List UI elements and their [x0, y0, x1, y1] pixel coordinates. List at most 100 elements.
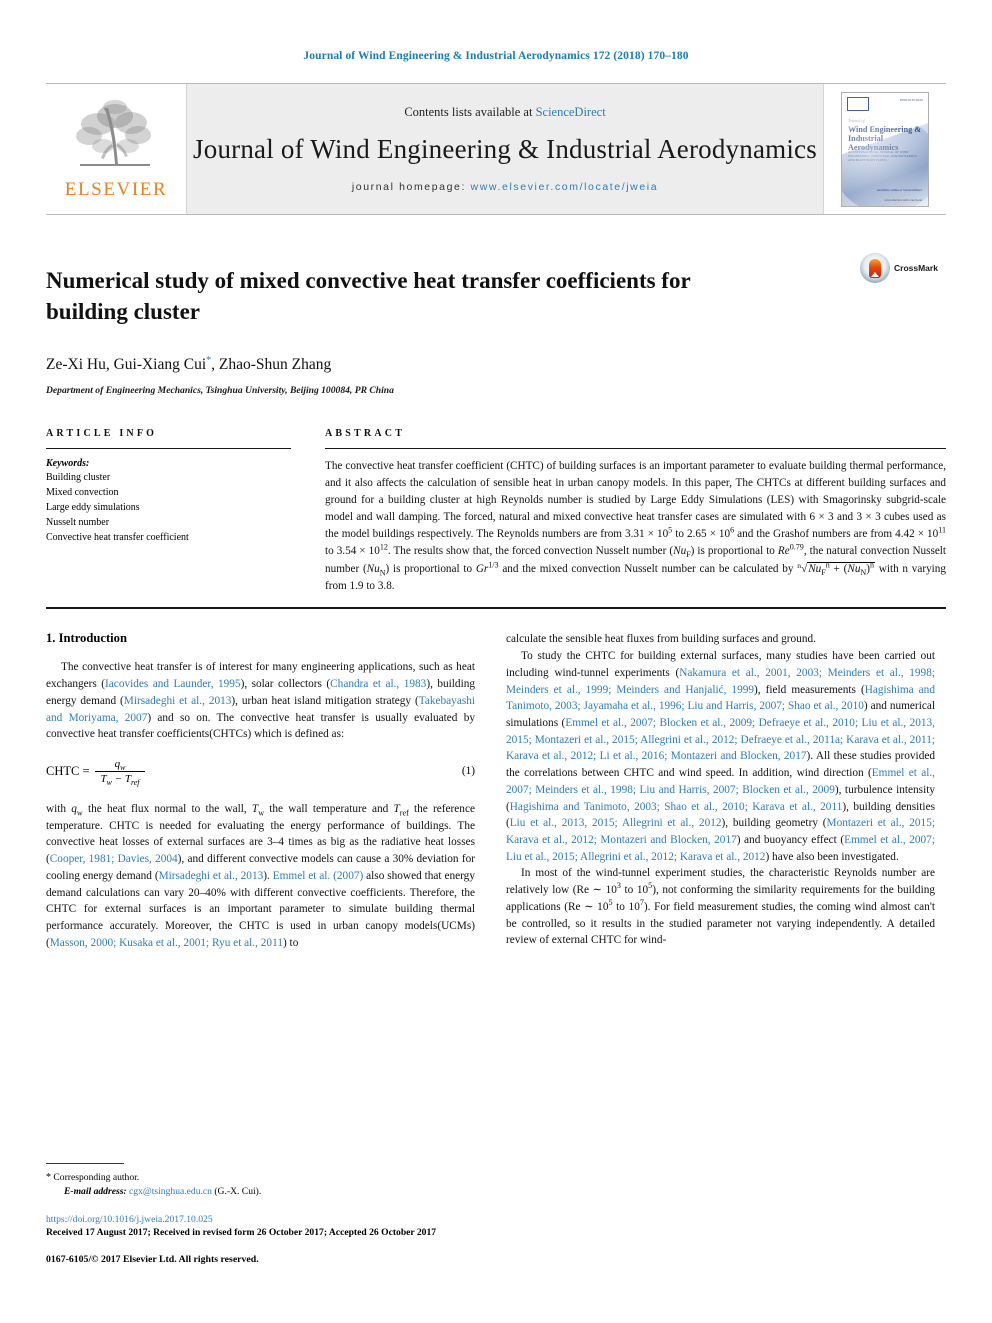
text-frag: ), field measurements (	[754, 683, 865, 696]
abstract-exp: 0.79	[789, 542, 804, 552]
text-frag: ), urban heat island mitigation strategy…	[231, 694, 419, 707]
crossmark-badge-group[interactable]: CrossMark	[860, 253, 946, 283]
crossmark-label: CrossMark	[894, 263, 938, 273]
corresponding-author-text: Corresponding author.	[53, 1171, 140, 1183]
eq-tref-sub: ref	[130, 778, 140, 788]
authors-tail: , Zhao-Shun Zhang	[211, 356, 332, 374]
keyword-item: Convective heat transfer coefficient	[46, 532, 189, 544]
right-paragraph-2: To study the CHTC for building external …	[506, 648, 935, 865]
text-frag: with	[46, 802, 72, 815]
keyword-item: Mixed convection	[46, 487, 119, 499]
text-frag: ), solar collectors (	[240, 678, 331, 691]
page-footer: * Corresponding author. E-mail address: …	[46, 1162, 475, 1265]
title-block: Numerical study of mixed convective heat…	[46, 251, 946, 396]
equation-1-row: CHTC = qw Tw − Tref (1)	[46, 758, 475, 788]
copyright-line: 0167-6105/© 2017 Elsevier Ltd. All right…	[46, 1254, 259, 1265]
cover-swoosh-graphic	[842, 107, 928, 206]
sciencedirect-link[interactable]: ScienceDirect	[536, 105, 606, 119]
right-paragraph-1: calculate the sensible heat fluxes from …	[506, 633, 816, 646]
abstract-frag: ) is proportional to	[385, 563, 476, 576]
right-column: calculate the sensible heat fluxes from …	[506, 631, 935, 951]
equation-1: CHTC = qw Tw − Tref	[46, 758, 146, 788]
text-frag: ).	[263, 869, 273, 882]
abstract-frag: . The results show that, the forced conv…	[387, 545, 674, 558]
abstract-frag: ) is proportional to	[690, 545, 778, 558]
keyword-item: Building cluster	[46, 472, 111, 484]
citation-link[interactable]: Cooper, 1981; Davies, 2004	[50, 853, 178, 865]
article-info-heading: ARTICLE INFO	[46, 428, 291, 450]
equation-numerator: qw	[109, 758, 132, 772]
article-info-column: ARTICLE INFO Keywords: Building cluster …	[46, 428, 291, 595]
text-frag: the wall temperature and	[264, 802, 394, 815]
abstract-symbol: Re	[777, 545, 790, 558]
citation-link[interactable]: Chandra et al., 1983	[330, 678, 426, 690]
affiliation: Department of Engineering Mechanics, Tsi…	[46, 385, 394, 397]
cover-publisher-mark	[847, 96, 869, 111]
formula-nu-n-sub: N	[860, 568, 867, 578]
footnote-rule	[46, 1162, 124, 1164]
corresponding-author-note: * Corresponding author.	[46, 1171, 475, 1186]
publisher-logo-area: ELSEVIER	[46, 84, 187, 214]
abstract-exp: 11	[938, 525, 946, 535]
article-history: Received 17 August 2017; Received in rev…	[46, 1227, 437, 1238]
citation-link[interactable]: Emmel et al. (2007)	[273, 870, 364, 882]
symbol-tref-sub: ref	[399, 808, 409, 818]
text-frag: ) to	[282, 936, 299, 949]
citation-link[interactable]: Hagishima and Tanimoto, 2003; Shao et al…	[510, 801, 843, 813]
eq-minus: −	[111, 772, 125, 785]
crossmark-icon	[860, 253, 890, 283]
doi-link[interactable]: https://doi.org/10.1016/j.jweia.2017.10.…	[46, 1214, 475, 1225]
abstract-exp: 12	[379, 542, 388, 552]
contents-prefix: Contents lists available at	[404, 105, 536, 119]
cover-issn: ISSN 0167-6105	[900, 97, 923, 102]
body-columns: 1. Introduction The convective heat tran…	[46, 631, 946, 951]
email-label: E-mail address:	[64, 1186, 127, 1198]
elsevier-wordmark: ELSEVIER	[64, 178, 168, 200]
intro-paragraph-2: with qw the heat flux normal to the wall…	[46, 801, 475, 951]
journal-cover-thumbnail: ISSN 0167-6105 Journal of Wind Engineeri…	[841, 91, 929, 207]
equation-lhs: CHTC =	[46, 763, 90, 778]
abstract-exp: 1/3	[488, 560, 499, 570]
citation-link[interactable]: Liu et al., 2013, 2015; Allegrini et al.…	[510, 817, 722, 829]
authors-head: Ze-Xi Hu, Gui-Xiang Cui	[46, 356, 207, 374]
keywords-label: Keywords:	[46, 458, 90, 470]
text-frag: to 10	[612, 900, 640, 913]
footnote-star: *	[46, 1171, 51, 1183]
elsevier-tree-icon	[76, 99, 151, 166]
left-column: 1. Introduction The convective heat tran…	[46, 631, 475, 951]
section-title-introduction: 1. Introduction	[46, 631, 127, 646]
page-title: Numerical study of mixed convective heat…	[46, 268, 691, 325]
abstract-heading: ABSTRACT	[325, 428, 946, 450]
citation-link[interactable]: Iacovides and Launder, 1995	[105, 678, 241, 690]
citation-link[interactable]: Mirsadeghi et al., 2013	[159, 870, 264, 882]
email-link[interactable]: cgx@tsinghua.edu.cn	[129, 1186, 212, 1197]
equation-denominator: Tw − Tref	[94, 770, 146, 788]
journal-cover-area: ISSN 0167-6105 Journal of Wind Engineeri…	[823, 84, 946, 214]
keyword-item: Nusselt number	[46, 517, 110, 529]
running-head: Journal of Wind Engineering & Industrial…	[303, 50, 689, 62]
abstract-symbol: Nu	[673, 545, 687, 558]
equation-fraction: qw Tw − Tref	[94, 758, 146, 788]
paper-page: Journal of Wind Engineering & Industrial…	[0, 0, 992, 1323]
cover-foot-url: www.elsevier.com/locate/jweia	[884, 197, 922, 202]
abstract-frag: and the mixed convection Nusselt number …	[498, 563, 798, 576]
email-note: E-mail address: cgx@tsinghua.edu.cn (G.-…	[46, 1185, 475, 1199]
info-abstract-section: ARTICLE INFO Keywords: Building cluster …	[46, 428, 946, 610]
abstract-frag: to 2.65 × 10	[672, 528, 731, 541]
journal-masthead: ELSEVIER Contents lists available at Sci…	[46, 83, 946, 215]
journal-homepage-line: journal homepage: www.elsevier.com/locat…	[352, 181, 658, 193]
homepage-url-link[interactable]: www.elsevier.com/locate/jweia	[471, 181, 659, 193]
formula-nu-f: Nu	[808, 563, 822, 576]
crossmark-inner-shape	[869, 258, 881, 278]
elsevier-logo: ELSEVIER	[57, 98, 175, 201]
right-paragraph-3: In most of the wind-tunnel experiment st…	[506, 865, 935, 949]
formula-exp-n2: n	[869, 560, 874, 570]
homepage-label: journal homepage:	[351, 181, 467, 193]
abstract-formula: n√NuFn + (NuN)n	[797, 560, 875, 578]
citation-link[interactable]: Masson, 2000; Kusaka et al., 2001; Ryu e…	[50, 937, 283, 949]
citation-link[interactable]: Mirsadeghi et al., 2013	[124, 695, 232, 707]
text-frag: ), building geometry (	[721, 817, 827, 830]
journal-title: Journal of Wind Engineering & Industrial…	[193, 134, 817, 164]
author-list: Ze-Xi Hu, Gui-Xiang Cui*, Zhao-Shun Zhan…	[46, 355, 860, 374]
abstract-column: ABSTRACT The convective heat transfer co…	[325, 428, 946, 595]
